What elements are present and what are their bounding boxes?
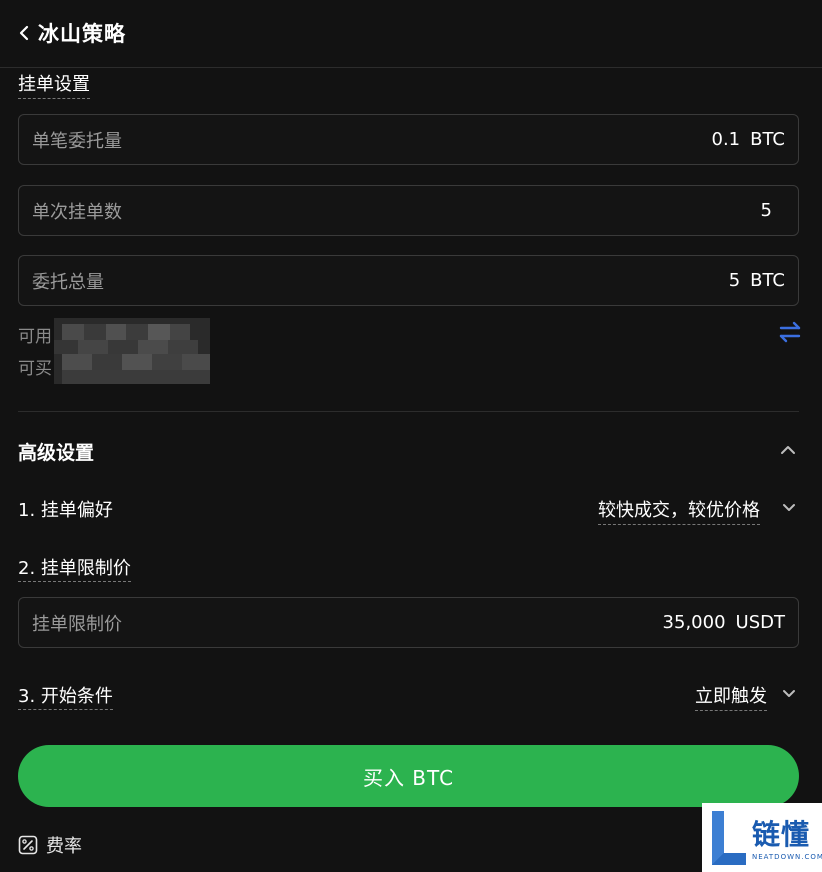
buyable-label: 可买 (18, 359, 52, 379)
back-button[interactable] (14, 22, 34, 44)
buy-btc-button[interactable]: 买入 BTC (18, 745, 799, 807)
advanced-settings-title: 高级设置 (18, 442, 95, 464)
single-amount-label: 单笔委托量 (32, 130, 122, 152)
header: 冰山策略 (0, 0, 822, 68)
fee-row[interactable]: 费率 (18, 832, 82, 858)
limit-price-label-text: 2. 挂单限制价 (18, 558, 131, 582)
chevron-left-icon (19, 25, 29, 41)
total-amount-unit: BTC (750, 270, 785, 291)
watermark-brand: 链懂 (752, 818, 811, 851)
limit-price-unit: USDT (735, 612, 785, 633)
preference-label: 1. 挂单偏好 (18, 500, 113, 521)
single-amount-field[interactable]: 单笔委托量 0.1 BTC (18, 114, 799, 165)
orders-per-batch-field[interactable]: 单次挂单数 5 (18, 185, 799, 236)
start-condition-label: 3. 开始条件 (18, 682, 113, 710)
chevron-up-icon[interactable] (779, 444, 797, 456)
swap-arrows-icon[interactable] (778, 321, 802, 343)
percent-icon (18, 835, 38, 855)
orders-per-batch-label: 单次挂单数 (32, 201, 122, 223)
watermark-sub: NEATDOWN.COM (752, 853, 822, 861)
single-amount-value: 0.1 (711, 129, 741, 150)
chevron-down-icon[interactable] (781, 502, 797, 514)
order-settings-label: 挂单设置 (18, 70, 90, 99)
watermark-logo: 链懂 NEATDOWN.COM (702, 803, 822, 872)
page-title: 冰山策略 (38, 22, 126, 46)
orders-per-batch-value: 5 (760, 200, 772, 221)
limit-price-label: 2. 挂单限制价 (18, 554, 131, 582)
total-amount-label: 委托总量 (32, 271, 104, 293)
start-condition-label-text: 3. 开始条件 (18, 686, 113, 710)
chevron-down-icon[interactable] (781, 688, 797, 700)
section-divider (18, 411, 799, 412)
start-condition-value[interactable]: 立即触发 (695, 682, 767, 711)
iceberg-strategy-page: 冰山策略 挂单设置 单笔委托量 0.1 BTC 单次挂单数 5 委托总量 5 B… (0, 0, 822, 872)
blurred-balance (54, 318, 210, 384)
preference-value[interactable]: 较快成交，较优价格 (598, 496, 760, 525)
single-amount-unit: BTC (750, 129, 785, 150)
logo-l-mark (712, 811, 746, 865)
available-label: 可用 (18, 327, 52, 347)
limit-price-field[interactable]: 挂单限制价 35,000 USDT (18, 597, 799, 648)
total-amount-value: 5 (728, 270, 741, 291)
limit-price-field-label: 挂单限制价 (32, 613, 122, 635)
limit-price-value: 35,000 (662, 612, 726, 633)
fee-label: 费率 (46, 836, 82, 857)
total-amount-field[interactable]: 委托总量 5 BTC (18, 255, 799, 306)
